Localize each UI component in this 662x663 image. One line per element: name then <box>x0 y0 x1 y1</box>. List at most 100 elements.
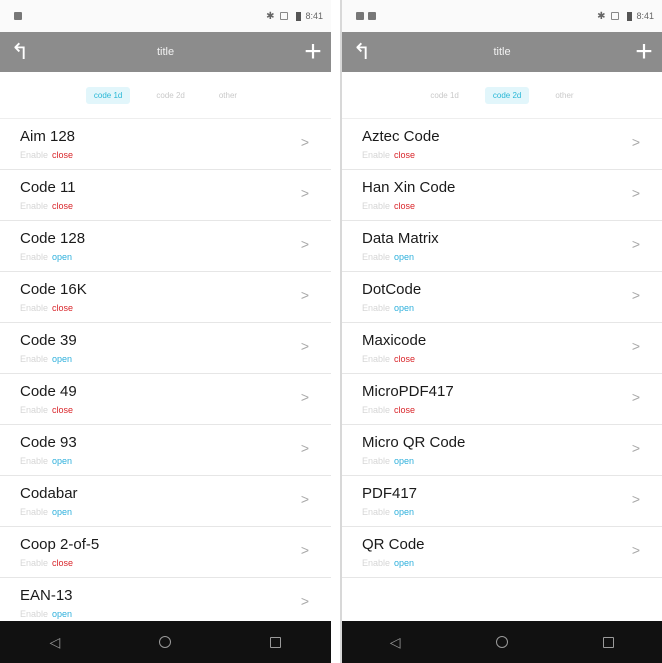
item-name: Code 49 <box>20 383 77 400</box>
vibrate-icon <box>611 12 620 20</box>
item-status: Enable close <box>362 201 415 211</box>
nav-back-icon[interactable]: ◁ <box>50 634 61 651</box>
plus-icon[interactable]: + <box>626 32 662 72</box>
item-status: Enable close <box>362 405 415 415</box>
chevron-right-icon: > <box>300 287 309 303</box>
chevron-right-icon: > <box>631 542 640 558</box>
nav-recents-icon[interactable] <box>603 636 615 648</box>
item-name: Aztec Code <box>362 128 440 145</box>
list-item[interactable]: Aztec Code Enable close > <box>342 119 662 170</box>
chevron-right-icon: > <box>300 542 309 558</box>
toolbar: ↰ title + <box>0 32 331 72</box>
state-badge: open <box>52 456 73 466</box>
tab-code-2d[interactable]: code 2d <box>148 87 192 104</box>
item-name: DotCode <box>362 281 422 298</box>
state-badge: open <box>394 456 415 466</box>
enable-label: Enable <box>362 354 391 364</box>
item-name: Code 11 <box>20 179 76 196</box>
item-status: Enable open <box>362 456 414 466</box>
list-item[interactable]: Data Matrix Enable open > <box>342 221 662 272</box>
back-arrow-icon[interactable]: ↰ <box>0 32 40 72</box>
tab-code-1d[interactable]: code 1d <box>85 86 131 104</box>
list-item[interactable]: QR Code Enable open > <box>342 527 662 578</box>
list-item[interactable]: Micro QR Code Enable open > <box>342 425 662 476</box>
list-item[interactable]: Aim 128 Enable close > <box>0 119 331 170</box>
item-name: Micro QR Code <box>362 434 466 451</box>
nav-back-icon[interactable]: ◁ <box>390 634 401 651</box>
bluetooth-icon: ✱ <box>266 10 275 22</box>
enable-label: Enable <box>20 303 49 313</box>
item-name: Data Matrix <box>362 230 439 247</box>
gallery-notification-icon <box>14 12 22 20</box>
chevron-right-icon: > <box>631 287 640 303</box>
list-item[interactable]: Code 39 Enable open > <box>0 323 331 374</box>
state-badge: open <box>52 609 73 619</box>
enable-label: Enable <box>362 405 391 415</box>
state-badge: close <box>394 405 416 415</box>
list-item[interactable]: Code 11 Enable close > <box>0 170 331 221</box>
list-item[interactable]: MicroPDF417 Enable close > <box>342 374 662 425</box>
plus-icon[interactable]: + <box>295 32 331 72</box>
enable-label: Enable <box>362 456 391 466</box>
enable-label: Enable <box>20 201 49 211</box>
list-item[interactable]: Code 93 Enable open > <box>0 425 331 476</box>
item-name: Code 128 <box>20 230 86 247</box>
list-item[interactable]: Code 49 Enable close > <box>0 374 331 425</box>
page-title: title <box>493 46 511 58</box>
right-screen: ✱ 8:41 ↰ title + code 1d code 2d other A… <box>342 0 662 663</box>
list-item[interactable]: Code 16K Enable close > <box>0 272 331 323</box>
item-status: Enable open <box>20 609 72 619</box>
item-status: Enable open <box>362 558 414 568</box>
list-item[interactable]: Coop 2-of-5 Enable close > <box>0 527 331 578</box>
state-badge: open <box>394 558 415 568</box>
list-item[interactable]: PDF417 Enable open > <box>342 476 662 527</box>
chevron-right-icon: > <box>300 185 309 201</box>
tab-code-1d[interactable]: code 1d <box>422 87 466 104</box>
list-item[interactable]: Codabar Enable open > <box>0 476 331 527</box>
item-status: Enable open <box>20 456 72 466</box>
nav-recents-icon[interactable] <box>270 636 282 648</box>
list-item[interactable]: Maxicode Enable close > <box>342 323 662 374</box>
item-status: Enable open <box>362 252 414 262</box>
chevron-right-icon: > <box>631 185 640 201</box>
chevron-right-icon: > <box>300 134 309 150</box>
state-badge: close <box>394 150 416 160</box>
item-name: MicroPDF417 <box>362 383 454 400</box>
list-item[interactable]: Code 128 Enable open > <box>0 221 331 272</box>
item-name: Coop 2-of-5 <box>20 536 100 553</box>
tab-other[interactable]: other <box>547 87 581 104</box>
list-item[interactable]: DotCode Enable open > <box>342 272 662 323</box>
nav-home-icon[interactable] <box>495 636 508 648</box>
enable-label: Enable <box>362 252 391 262</box>
chevron-right-icon: > <box>631 491 640 507</box>
list-item[interactable]: Han Xin Code Enable close > <box>342 170 662 221</box>
toolbar: ↰ title + <box>342 32 662 72</box>
item-status: Enable open <box>362 507 414 517</box>
left-screen: ✱ 8:41 ↰ title + code 1d code 2d other A… <box>0 0 331 663</box>
item-name: Code 93 <box>20 434 77 451</box>
item-name: Maxicode <box>362 332 427 349</box>
battery-icon <box>296 11 302 21</box>
tab-other[interactable]: other <box>211 87 245 104</box>
nav-home-icon[interactable] <box>159 636 172 648</box>
back-arrow-icon[interactable]: ↰ <box>342 32 382 72</box>
state-badge: open <box>52 507 73 517</box>
state-badge: close <box>52 150 74 160</box>
item-name: Code 16K <box>20 281 87 298</box>
item-status: Enable close <box>20 405 73 415</box>
chevron-right-icon: > <box>631 389 640 405</box>
item-status: Enable open <box>362 303 414 313</box>
item-name: PDF417 <box>362 485 418 502</box>
tab-code-2d[interactable]: code 2d <box>484 86 530 104</box>
enable-label: Enable <box>20 507 49 517</box>
battery-icon <box>627 11 633 21</box>
chevron-right-icon: > <box>300 491 309 507</box>
item-name: Code 39 <box>20 332 77 349</box>
state-badge: close <box>52 303 74 313</box>
gallery-notification-icon <box>356 12 364 20</box>
item-status: Enable close <box>20 558 73 568</box>
image-notification-icon <box>368 12 376 20</box>
item-name: QR Code <box>362 536 425 553</box>
item-status: Enable open <box>20 252 72 262</box>
state-badge: open <box>394 252 415 262</box>
